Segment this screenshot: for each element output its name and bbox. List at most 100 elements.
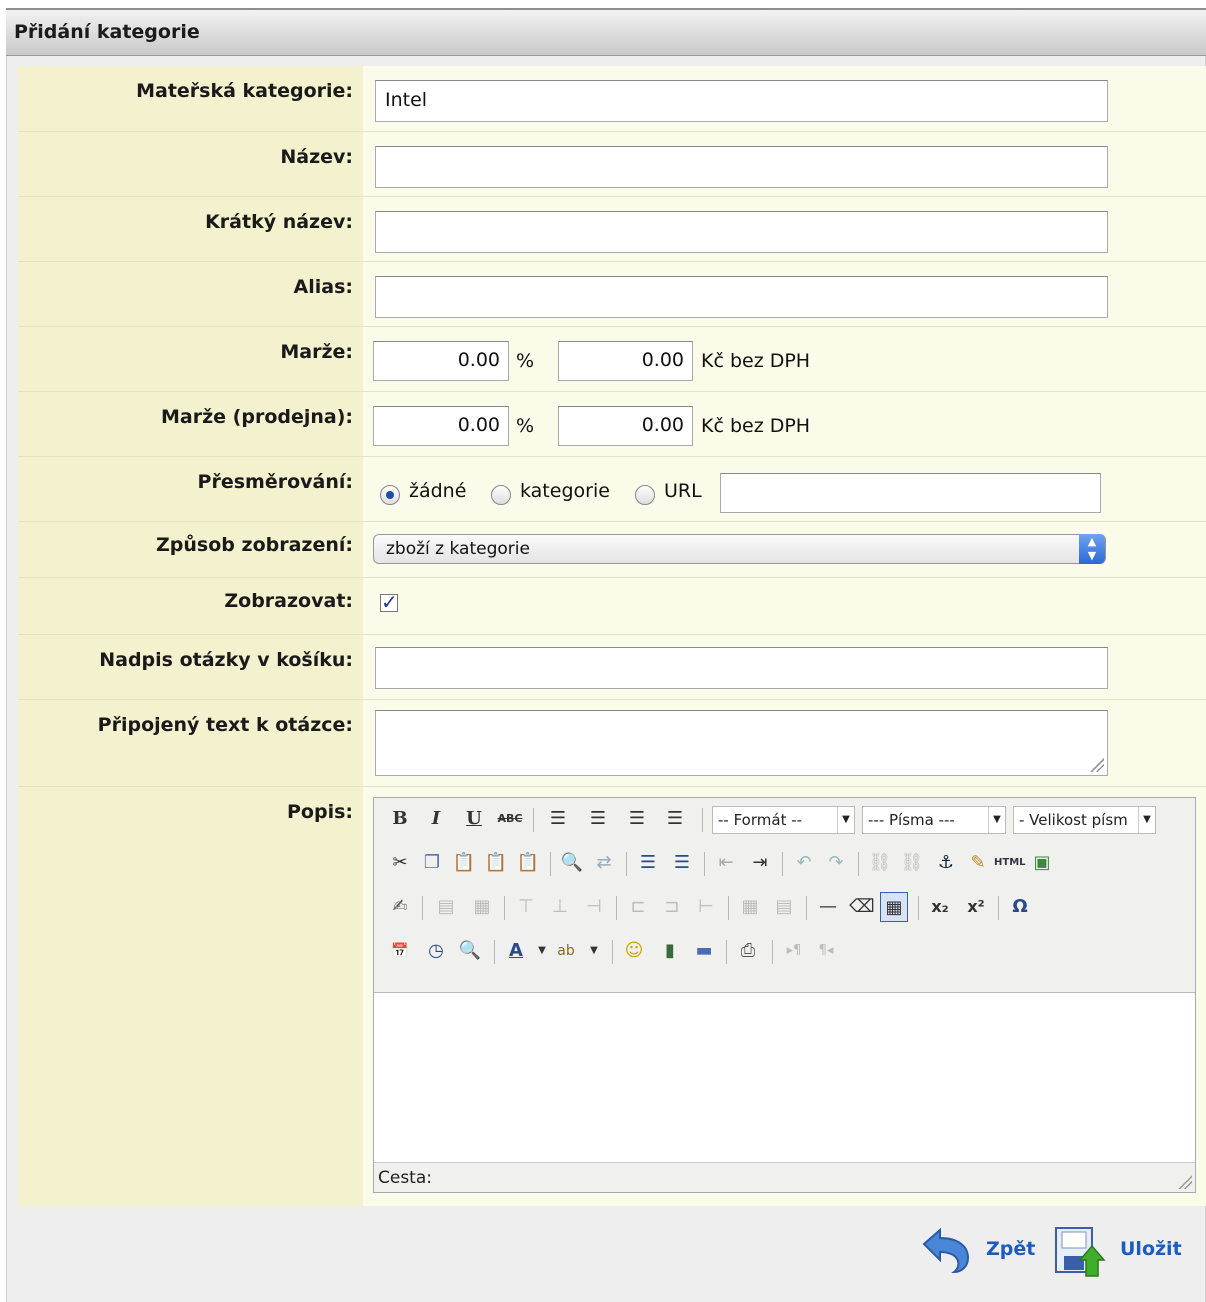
bullet-list-icon[interactable]: ☰ [634,848,662,878]
question-text-textarea[interactable] [375,710,1108,776]
alias-label: Alias: [293,276,353,298]
copy-icon[interactable]: ❐ [418,848,446,878]
unlink-icon[interactable]: ⛓ [898,848,926,878]
resize-grip-icon[interactable] [1090,758,1104,772]
store-margin-percent-input[interactable]: 0.00 [373,406,509,446]
anchor-icon[interactable]: ⚓ [932,848,960,878]
row-before-icon[interactable]: ⊤ [512,892,540,922]
link-icon[interactable]: ⛓ [866,848,894,878]
preview-icon[interactable]: 🔍 [456,936,484,966]
numbered-list-icon[interactable]: ☰ [668,848,696,878]
parent-category-label: Mateřská kategorie: [136,80,353,102]
charmap-icon[interactable]: Ω [1006,892,1034,922]
font-select[interactable]: --- Písma --- ▼ [862,806,1006,834]
find-icon[interactable]: 🔍 [558,848,586,878]
cart-question-input[interactable] [375,647,1108,689]
redirect-url-input[interactable] [720,473,1101,513]
alias-input[interactable] [375,276,1108,318]
description-label: Popis: [287,801,353,823]
store-margin-amount-input[interactable]: 0.00 [558,406,693,446]
display-mode-select[interactable]: zboží z kategorie ▲ ▼ [373,534,1106,564]
indent-icon[interactable]: ⇥ [746,848,774,878]
margin-amount-unit: Kč bez DPH [701,350,811,372]
redirect-url-label: URL [664,480,702,502]
editor-content-area[interactable] [374,992,1195,1163]
cut-icon[interactable]: ✂ [386,848,414,878]
insert-date-icon[interactable]: 📅 [386,936,414,966]
parent-category-field[interactable]: Intel [375,80,1108,122]
emoticon-icon[interactable]: ☺ [620,936,648,966]
outdent-icon[interactable]: ⇤ [712,848,740,878]
bold-icon[interactable]: B [386,804,414,834]
align-center-icon[interactable]: ☰ [584,804,612,834]
delete-col-icon[interactable]: ⊢ [692,892,720,922]
row-after-icon[interactable]: ⊥ [546,892,574,922]
back-button[interactable]: Zpět [918,1226,1038,1274]
print-icon[interactable]: ⎙ [734,936,762,966]
align-left-icon[interactable]: ☰ [544,804,572,834]
col-before-icon[interactable]: ⊏ [624,892,652,922]
page-title: Přidání kategorie [14,21,200,43]
save-label: Uložit [1120,1238,1182,1260]
table-row-props-icon[interactable]: ▤ [432,892,460,922]
show-checkbox[interactable]: ✓ [380,592,398,612]
highlight-color-icon[interactable]: ab [552,936,580,966]
save-button[interactable]: Uložit [1052,1224,1192,1280]
editor-toolbar-row-1: B I U ABC ☰ ☰ ☰ ☰ -- Formát -- ▼ --- Pís… [380,802,1190,838]
redo-icon[interactable]: ↷ [822,848,850,878]
size-select[interactable]: - Velikost písm ▼ [1013,806,1156,834]
media-icon[interactable]: ▮ [656,936,684,966]
redirect-url-radio[interactable] [635,485,655,505]
replace-icon[interactable]: ⇄ [590,848,618,878]
store-margin-amount-unit: Kč bez DPH [701,415,811,437]
split-cells-icon[interactable]: ▦ [736,892,764,922]
rich-text-editor: B I U ABC ☰ ☰ ☰ ☰ -- Formát -- ▼ --- Pís… [373,797,1196,1193]
paste-icon[interactable]: 📋 [450,848,478,878]
ltr-icon[interactable]: ▸¶ [780,936,808,966]
text-color-icon[interactable]: A [502,936,530,966]
delete-row-icon[interactable]: ⊣ [580,892,608,922]
italic-icon[interactable]: I [422,804,450,834]
row-display-mode: Způsob zobrazení: zboží z kategorie ▲ ▼ [18,522,1206,578]
name-input[interactable] [375,146,1108,188]
subscript-icon[interactable]: x₂ [926,892,954,922]
redirect-none-radio[interactable] [380,485,400,505]
rtl-icon[interactable]: ¶◂ [812,936,840,966]
undo-icon[interactable]: ↶ [790,848,818,878]
redirect-category-radio[interactable] [491,485,511,505]
paste-text-icon[interactable]: 📋 [482,848,510,878]
resize-grip-icon[interactable] [1178,1175,1192,1189]
paste-word-icon[interactable]: 📋 [514,848,542,878]
col-after-icon[interactable]: ⊐ [658,892,686,922]
html-icon[interactable]: HTML [994,848,1026,878]
checkmark-icon: ✓ [381,590,398,614]
edit-icon[interactable]: ✍ [386,892,414,922]
eraser-icon[interactable]: ⌫ [848,892,876,922]
underline-icon[interactable]: U [460,804,488,834]
superscript-icon[interactable]: x² [962,892,990,922]
image-icon[interactable]: ▣ [1028,848,1056,878]
align-justify-icon[interactable]: ☰ [661,804,689,834]
row-parent-category: Mateřská kategorie: Intel [18,66,1206,132]
size-select-value: - Velikost písm [1019,811,1128,829]
format-select[interactable]: -- Formát -- ▼ [712,806,855,834]
cleanup-icon[interactable]: ✎ [964,848,992,878]
row-margin: Marže: 0.00 % 0.00 Kč bez DPH [18,327,1206,392]
chevron-down-icon[interactable]: ▼ [580,936,608,966]
align-right-icon[interactable]: ☰ [623,804,651,834]
hr-icon[interactable]: — [814,892,842,922]
insert-time-icon[interactable]: ◷ [422,936,450,966]
editor-path-label: Cesta: [378,1168,432,1188]
question-text-label: Připojený text k otázce: [97,714,353,736]
name-label: Název: [280,146,353,168]
row-question-text: Připojený text k otázce: [18,700,1206,787]
editor-toolbar-row-4: 📅 ◷ 🔍 A ▼ ab ▼ ☺ ▮ ▬ ⎙ ▸¶ ¶◂ [380,934,1190,970]
merge-cells-icon[interactable]: ▤ [770,892,798,922]
table-cell-props-icon[interactable]: ▦ [468,892,496,922]
margin-percent-input[interactable]: 0.00 [373,341,509,381]
visual-aid-icon[interactable]: ▦ [880,892,908,922]
margin-amount-input[interactable]: 0.00 [558,341,693,381]
short-name-input[interactable] [375,211,1108,253]
pagebreak-icon[interactable]: ▬ [690,936,718,966]
strikethrough-icon[interactable]: ABC [496,804,524,834]
